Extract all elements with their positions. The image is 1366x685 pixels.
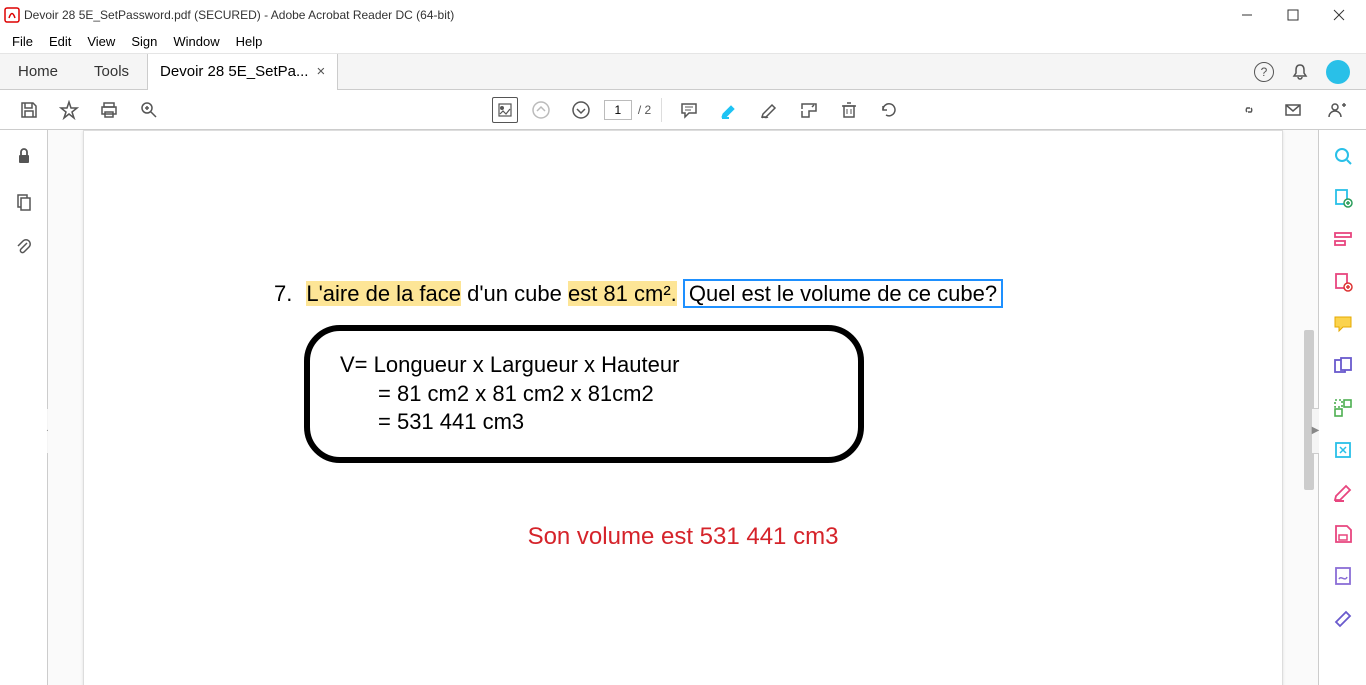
- menu-view[interactable]: View: [79, 32, 123, 51]
- menu-sign[interactable]: Sign: [123, 32, 165, 51]
- comment-icon[interactable]: [672, 93, 706, 127]
- page-number-input[interactable]: [604, 100, 632, 120]
- attachments-icon[interactable]: [12, 236, 36, 260]
- question-plain: d'un cube: [461, 281, 568, 306]
- left-navigation-rail: ◀: [0, 130, 48, 685]
- menu-help[interactable]: Help: [228, 32, 271, 51]
- thumbnails-icon[interactable]: [12, 190, 36, 214]
- toolbar-separator: [661, 98, 662, 122]
- window-titlebar: Devoir 28 5E_SetPassword.pdf (SECURED) -…: [0, 0, 1366, 30]
- combine-files-icon[interactable]: [1331, 354, 1355, 378]
- page-up-icon[interactable]: [524, 93, 558, 127]
- document-viewport[interactable]: 7. L'aire de la face d'un cube est 81 cm…: [48, 130, 1318, 685]
- email-icon[interactable]: [1276, 93, 1310, 127]
- help-button[interactable]: ?: [1254, 62, 1274, 82]
- question-text: L'aire de la face d'un cube est 81 cm². …: [306, 281, 1003, 307]
- menu-file[interactable]: File: [4, 32, 41, 51]
- main-toolbar: / 2: [0, 90, 1366, 130]
- print-icon[interactable]: [92, 93, 126, 127]
- minimize-button[interactable]: [1224, 0, 1270, 30]
- close-window-button[interactable]: [1316, 0, 1362, 30]
- work-line-2: = 81 cm2 x 81 cm2 x 81cm2: [340, 380, 828, 409]
- save-icon[interactable]: [12, 93, 46, 127]
- page-canvas: 7. L'aire de la face d'un cube est 81 cm…: [83, 130, 1283, 685]
- right-rail-expand-handle[interactable]: ▶: [1311, 408, 1319, 454]
- zoom-icon[interactable]: [132, 93, 166, 127]
- star-icon[interactable]: [52, 93, 86, 127]
- question-linkbox[interactable]: Quel est le volume de ce cube?: [683, 279, 1003, 308]
- draw-icon[interactable]: [752, 93, 786, 127]
- organize-pages-icon[interactable]: [1331, 396, 1355, 420]
- lock-icon[interactable]: [12, 144, 36, 168]
- search-page-icon[interactable]: [1331, 144, 1355, 168]
- highlighter-icon[interactable]: [712, 93, 746, 127]
- notifications-icon[interactable]: [1290, 62, 1310, 82]
- tab-bar: Home Tools Devoir 28 5E_SetPa... × ?: [0, 54, 1366, 90]
- main-area: ◀ 7. L'aire de la face d'un cube est 81 …: [0, 130, 1366, 685]
- page-down-icon[interactable]: [564, 93, 598, 127]
- menu-bar: File Edit View Sign Window Help: [0, 30, 1366, 54]
- comment-tool-icon[interactable]: [1331, 312, 1355, 336]
- maximize-button[interactable]: [1270, 0, 1316, 30]
- fill-sign-icon[interactable]: [1331, 564, 1355, 588]
- menu-edit[interactable]: Edit: [41, 32, 79, 51]
- acrobat-app-icon: [4, 7, 20, 23]
- more-tools-icon[interactable]: [1331, 606, 1355, 630]
- export-pdf-icon[interactable]: [1331, 186, 1355, 210]
- protect-save-icon[interactable]: [1331, 522, 1355, 546]
- share-people-icon[interactable]: [1320, 93, 1354, 127]
- final-answer-text: Son volume est 531 441 cm3: [144, 523, 1222, 551]
- tab-home[interactable]: Home: [0, 54, 76, 90]
- selection-tool-icon[interactable]: [492, 97, 518, 123]
- tab-document-label: Devoir 28 5E_SetPa...: [160, 63, 308, 80]
- tab-tools[interactable]: Tools: [76, 54, 147, 90]
- right-tools-rail: ▶: [1318, 130, 1366, 685]
- stamp-icon[interactable]: [792, 93, 826, 127]
- question-highlight-1: L'aire de la face: [306, 281, 461, 306]
- delete-icon[interactable]: [832, 93, 866, 127]
- page-total-label: / 2: [638, 103, 651, 117]
- question-line: 7. L'aire de la face d'un cube est 81 cm…: [274, 281, 1222, 307]
- work-line-1: V= Longueur x Largueur x Hauteur: [340, 351, 828, 380]
- edit-pdf-icon[interactable]: [1331, 228, 1355, 252]
- rotate-icon[interactable]: [872, 93, 906, 127]
- work-line-3: = 531 441 cm3: [340, 408, 828, 437]
- work-box: V= Longueur x Largueur x Hauteur = 81 cm…: [304, 325, 864, 463]
- question-number: 7.: [274, 281, 292, 307]
- sign-in-avatar[interactable]: [1326, 60, 1350, 84]
- menu-window[interactable]: Window: [165, 32, 227, 51]
- window-title: Devoir 28 5E_SetPassword.pdf (SECURED) -…: [24, 8, 454, 22]
- create-pdf-icon[interactable]: [1331, 270, 1355, 294]
- share-link-icon[interactable]: [1232, 93, 1266, 127]
- tab-document[interactable]: Devoir 28 5E_SetPa... ×: [147, 54, 338, 90]
- redact-icon[interactable]: [1331, 480, 1355, 504]
- tab-close-icon[interactable]: ×: [316, 63, 325, 80]
- question-highlight-2: est 81 cm².: [568, 281, 677, 306]
- compress-pdf-icon[interactable]: [1331, 438, 1355, 462]
